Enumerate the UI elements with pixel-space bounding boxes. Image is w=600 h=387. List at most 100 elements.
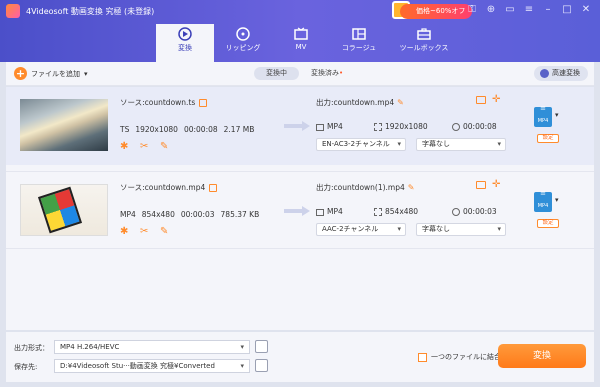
promo-button[interactable]: 価格~60%オフ (400, 4, 472, 19)
audio-track-select[interactable]: EN-AC3-2チャンネル (316, 138, 406, 151)
subtitle-select[interactable]: 字幕なし (416, 138, 506, 151)
settings-button[interactable]: 設定 (537, 134, 559, 143)
converted-tab[interactable]: 変換済み• (299, 67, 355, 80)
file-list: ソース:countdown.ts TS 1920x1080 00:00:08 2… (6, 87, 594, 330)
output-format: MP4 (327, 207, 343, 216)
cart-icon[interactable]: ⊕ (485, 3, 497, 17)
merge-option[interactable]: 一つのファイルに結合 (418, 352, 501, 362)
source-name: ソース:countdown.ts (120, 97, 208, 108)
rename-icon[interactable]: ✎ (408, 183, 415, 192)
source-resolution: 854x480 (141, 210, 175, 219)
info-icon[interactable] (199, 99, 208, 107)
app-logo (6, 4, 20, 18)
source-size: 2.17 MB (223, 125, 255, 134)
converting-tab[interactable]: 変換中 (254, 67, 299, 80)
source-meta: MP4 854x480 00:00:03 785.37 KB (120, 210, 259, 219)
tab-ripping[interactable]: リッピング (214, 24, 272, 62)
chevron-down-icon[interactable]: ▾ (555, 111, 559, 119)
status-switch: 変換中 変換済み• (254, 67, 355, 80)
source-meta: TS 1920x1080 00:00:08 2.17 MB (120, 125, 254, 134)
video-format-icon (316, 123, 324, 131)
scissors-icon[interactable]: ✂ (140, 227, 150, 237)
crop-icon[interactable]: ✛ (492, 95, 502, 105)
magic-wand-icon[interactable]: ✱ (120, 227, 130, 237)
output-resolution: 1920x1080 (385, 122, 428, 131)
source-format: TS (120, 125, 130, 134)
output-format: MP4 (327, 122, 343, 131)
mv-icon (294, 27, 308, 40)
save-to-label: 保存先: (14, 363, 38, 371)
high-speed-button[interactable]: 高速変換 (534, 66, 588, 81)
output-format-select[interactable]: MP4 H.264/HEVC (54, 340, 250, 354)
tab-mv[interactable]: MV (272, 24, 330, 62)
output-meta: MP4 1920x1080 00:00:08 (316, 122, 497, 131)
converted-label: 変換済み (311, 69, 339, 77)
magic-wand-icon[interactable]: ✱ (120, 142, 130, 152)
convert-all-button[interactable]: 変換 (498, 344, 586, 368)
clock-icon (452, 123, 460, 131)
output-name: 出力:countdown.mp4 ✎ (316, 98, 404, 107)
file-row[interactable]: ソース:countdown.mp4 MP4 854x480 00:00:03 7… (6, 171, 594, 249)
video-thumbnail[interactable] (20, 184, 108, 236)
resolution-icon (374, 208, 382, 216)
video-thumbnail[interactable] (20, 99, 108, 151)
edit-tools: ✱ ✂ ✎ (120, 227, 170, 237)
tab-toolbox[interactable]: ツールボックス (388, 24, 460, 62)
disc-icon (236, 27, 250, 41)
arrow-right-icon (284, 121, 310, 131)
add-files-label: ファイルを追加 (31, 69, 80, 78)
info-icon[interactable] (209, 184, 218, 192)
tab-convert[interactable]: 変換 (156, 24, 214, 62)
key-icon[interactable]: ⚿ (466, 3, 478, 17)
add-files-button[interactable]: + ファイルを追加 ▾ (14, 67, 88, 80)
crop-icon[interactable]: ✛ (492, 180, 502, 190)
chevron-down-icon[interactable]: ▾ (84, 70, 88, 78)
subtitle-select[interactable]: 字幕なし (416, 223, 506, 236)
source-name: ソース:countdown.mp4 (120, 182, 218, 193)
audio-track-select[interactable]: AAC-2チャンネル (316, 223, 406, 236)
settings-button[interactable]: 設定 (537, 219, 559, 228)
source-size: 785.37 KB (220, 210, 260, 219)
merge-checkbox[interactable] (418, 352, 427, 362)
row-actions: ✛ (476, 180, 502, 190)
convert-icon (178, 27, 192, 41)
rename-icon[interactable]: ✎ (397, 98, 404, 107)
edit-icon[interactable]: ✎ (160, 142, 170, 152)
clock-icon (452, 208, 460, 216)
collage-icon (352, 28, 366, 40)
output-resolution: 854x480 (385, 207, 419, 216)
tab-label: ツールボックス (399, 44, 449, 52)
minimize-icon[interactable]: – (542, 3, 554, 17)
file-row[interactable]: ソース:countdown.ts TS 1920x1080 00:00:08 2… (6, 87, 594, 165)
title-bar: 4Videosoft 動画変換 究極 (未登録) 価格~60%オフ ⚿ ⊕ ▭ … (0, 0, 600, 62)
folder-icon[interactable] (255, 359, 268, 372)
info-edit-icon[interactable] (476, 96, 486, 104)
scissors-icon[interactable]: ✂ (140, 142, 150, 152)
output-format-label: 出力形式： (14, 344, 49, 352)
source-resolution: 1920x1080 (135, 125, 178, 134)
tab-label: MV (295, 43, 307, 51)
chevron-down-icon[interactable]: ▾ (555, 196, 559, 204)
tab-label: 変換 (178, 44, 192, 52)
output-name: 出力:countdown(1).mp4 ✎ (316, 183, 415, 192)
menu-icon[interactable]: ≡ (523, 3, 535, 17)
chat-icon[interactable]: ▭ (504, 3, 516, 17)
output-format-button[interactable]: MP4 (534, 98, 552, 127)
output-meta: MP4 854x480 00:00:03 (316, 207, 497, 216)
info-edit-icon[interactable] (476, 181, 486, 189)
close-icon[interactable]: ✕ (580, 3, 592, 17)
source-duration: 00:00:08 (183, 125, 218, 134)
rubiks-cube-image (37, 186, 83, 234)
maximize-icon[interactable]: □ (561, 3, 573, 17)
video-format-icon (316, 208, 324, 216)
tab-label: リッピング (225, 44, 261, 52)
edit-icon[interactable]: ✎ (160, 227, 170, 237)
main-tabs: 変換 リッピング MV コラージュ ツールボックス (156, 24, 460, 62)
merge-label: 一つのファイルに結合 (431, 353, 501, 361)
output-format-button[interactable]: MP4 (534, 183, 552, 212)
save-path-select[interactable]: D:¥4Videosoft Stu···動画変換 究極¥Converted (54, 359, 250, 373)
tab-collage[interactable]: コラージュ (330, 24, 388, 62)
notification-dot: • (339, 69, 344, 77)
format-settings-icon[interactable] (255, 340, 268, 353)
tab-label: コラージュ (341, 44, 377, 52)
